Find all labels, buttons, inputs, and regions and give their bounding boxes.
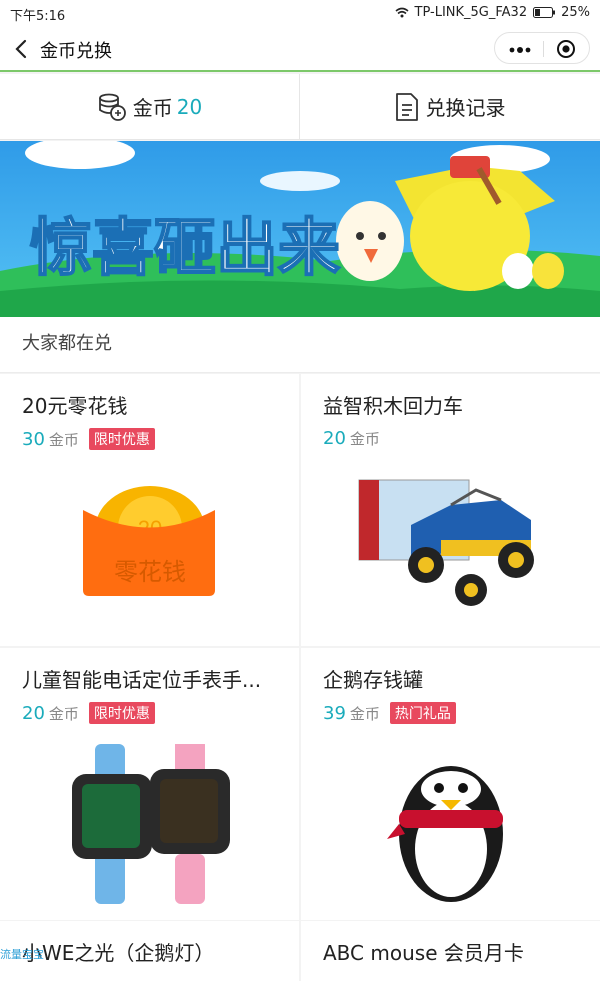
nav-bar: 金币兑换 bbox=[0, 26, 600, 72]
product-name: 企鹅存钱罐 bbox=[323, 668, 423, 692]
smart-watch-image bbox=[72, 744, 230, 904]
product-name: 小WE之光（企鹅灯） bbox=[22, 941, 215, 965]
product-name: 益智积木回力车 bbox=[323, 394, 463, 418]
price-unit: 金币 bbox=[349, 430, 380, 448]
price-unit: 金币 bbox=[48, 704, 79, 723]
section-title: 大家都在兑 bbox=[0, 317, 600, 373]
price-value: 20 bbox=[22, 702, 45, 724]
records-label: 兑换记录 bbox=[425, 96, 506, 120]
price-unit: 金币 bbox=[349, 704, 380, 723]
penguin-bank-image bbox=[387, 766, 503, 902]
price-unit: 金币 bbox=[48, 430, 79, 449]
product-price: 39 金币 热门礼品 bbox=[323, 702, 456, 724]
capsule-divider bbox=[543, 41, 544, 57]
product-card[interactable]: 益智积木回力车 20 金币 bbox=[301, 374, 600, 646]
product-card[interactable]: 企鹅存钱罐 39 金币 热门礼品 bbox=[301, 648, 600, 920]
coin-stack-icon bbox=[98, 93, 126, 121]
status-bar: 下午5:16 TP-LINK_5G_FA32 25% bbox=[0, 0, 600, 26]
back-arrow-icon[interactable] bbox=[12, 38, 32, 60]
product-card[interactable]: 儿童智能电话定位手表手... 20 金币 限时优惠 bbox=[0, 648, 299, 920]
product-price: 20 金币 bbox=[323, 428, 380, 449]
coins-label: 金币 bbox=[132, 96, 173, 120]
product-name: ABC mouse 会员月卡 bbox=[323, 941, 524, 965]
document-icon bbox=[395, 92, 418, 121]
price-value: 20 bbox=[323, 428, 346, 449]
product-card[interactable]: 小WE之光（企鹅灯） bbox=[0, 921, 299, 981]
promo-badge: 限时优惠 bbox=[88, 428, 155, 450]
product-price: 30 金币 限时优惠 bbox=[22, 428, 155, 450]
coins-count: 20 bbox=[176, 94, 203, 119]
wifi-icon bbox=[395, 7, 409, 18]
banner-title: 惊喜砸出来 bbox=[30, 214, 340, 283]
price-value: 30 bbox=[22, 428, 45, 450]
hot-badge: 热门礼品 bbox=[389, 702, 456, 724]
status-right: TP-LINK_5G_FA32 25% bbox=[395, 5, 590, 20]
status-time: 下午5:16 bbox=[10, 9, 66, 24]
page-title: 金币兑换 bbox=[40, 41, 112, 62]
banner-illustration: 惊喜砸出来 bbox=[0, 141, 600, 317]
tab-coins[interactable]: 金币 20 bbox=[0, 74, 300, 139]
product-price: 20 金币 限时优惠 bbox=[22, 702, 155, 724]
wifi-name: TP-LINK_5G_FA32 bbox=[414, 5, 528, 20]
toy-car-image bbox=[358, 479, 534, 606]
promo-banner[interactable]: 惊喜砸出来 bbox=[0, 141, 600, 317]
promo-badge: 限时优惠 bbox=[88, 702, 155, 724]
product-name: 20元零花钱 bbox=[22, 394, 128, 418]
product-card[interactable]: 20元零花钱 30 金币 限时优惠 20 零花钱 bbox=[0, 374, 299, 646]
mini-program-capsule bbox=[494, 32, 590, 64]
more-icon[interactable] bbox=[509, 47, 531, 53]
envelope-text: 零花钱 bbox=[114, 559, 186, 586]
product-name: 儿童智能电话定位手表手... bbox=[22, 668, 262, 692]
battery-level: 25% bbox=[561, 5, 590, 20]
red-envelope-image: 20 零花钱 bbox=[83, 486, 215, 596]
product-card[interactable]: ABC mouse 会员月卡 bbox=[301, 921, 600, 981]
tab-exchange-records[interactable]: 兑换记录 bbox=[300, 74, 599, 139]
top-tabs: 金币 20 兑换记录 bbox=[0, 74, 600, 140]
battery-icon bbox=[533, 7, 556, 18]
close-circle-icon[interactable] bbox=[556, 39, 576, 59]
price-value: 39 bbox=[323, 702, 346, 724]
